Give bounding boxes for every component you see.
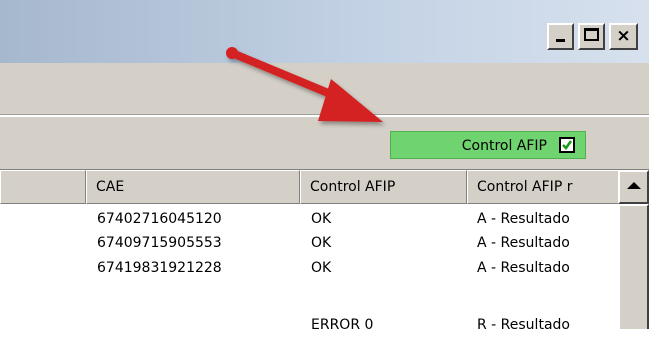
table-cell-control: OK: [311, 260, 332, 276]
column-header-cae[interactable]: CAE: [86, 170, 300, 204]
table-cell-control: OK: [311, 211, 332, 227]
table-cell-result: R - Resultado: [477, 317, 570, 333]
column-header-control-afip-result[interactable]: Control AFIP r: [467, 170, 620, 204]
table-row[interactable]: 67419831921228 OK A - Resultado: [0, 260, 618, 284]
scroll-up-button[interactable]: [618, 170, 649, 204]
table-row[interactable]: 67402716045120 OK A - Resultado: [0, 211, 618, 235]
table-cell-control: OK: [311, 235, 332, 251]
table-row[interactable]: 20 ERROR 0 R - Resultado: [0, 317, 618, 341]
grid-header: CAE Control AFIP Control AFIP r: [0, 170, 620, 204]
arrow-up-icon: [627, 182, 641, 189]
table-cell-cae: 67402716045120: [97, 211, 222, 227]
table-cell-result: A - Resultado: [477, 211, 570, 227]
table-cell-result: A - Resultado: [477, 260, 570, 276]
table-cell-cae: 67409715905553: [97, 235, 222, 251]
table-cell-control: ERROR 0: [311, 317, 374, 333]
column-header[interactable]: [0, 170, 86, 204]
table-row[interactable]: 67409715905553 OK A - Resultado: [0, 235, 618, 259]
table-cell-cae: 67419831921228: [97, 260, 222, 276]
column-header-control-afip[interactable]: Control AFIP: [300, 170, 467, 204]
vertical-scrollbar[interactable]: [618, 170, 649, 329]
scroll-thumb[interactable]: [618, 204, 649, 329]
table-cell-result: A - Resultado: [477, 235, 570, 251]
